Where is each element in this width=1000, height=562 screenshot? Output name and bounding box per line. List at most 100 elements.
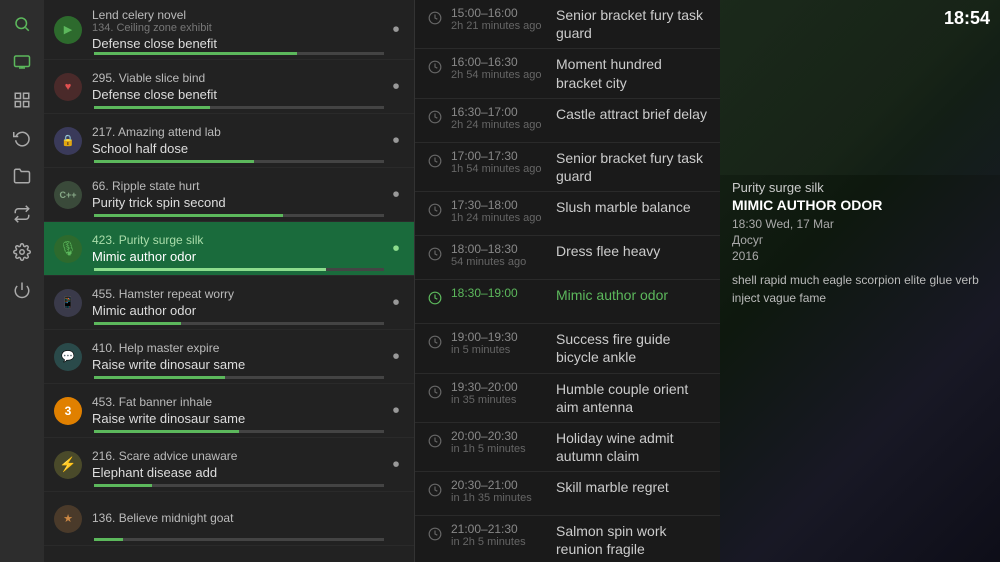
channel-text-hamster: 455. Hamster repeat worry Mimic author o… bbox=[92, 287, 384, 318]
epg-time-wrap-4: 17:30–18:00 1h 24 minutes ago bbox=[451, 198, 556, 224]
epg-time-3: 17:00–17:30 bbox=[451, 149, 556, 163]
channel-icon-purity: 🎙 bbox=[50, 231, 86, 267]
channel-name-lend: Lend celery novel bbox=[92, 8, 384, 22]
epg-item-9[interactable]: 20:00–20:30 in 1h 5 minutes Holiday wine… bbox=[415, 423, 720, 472]
channel-item-believe[interactable]: ★ 136. Believe midnight goat bbox=[44, 492, 414, 546]
epg-ago-3: 1h 54 minutes ago bbox=[451, 163, 556, 175]
epg-item-6[interactable]: 18:30–19:00 Mimic author odor bbox=[415, 280, 720, 324]
channel-rec-lend: ⏺ bbox=[386, 20, 406, 40]
epg-item-4[interactable]: 17:30–18:00 1h 24 minutes ago Slush marb… bbox=[415, 192, 720, 236]
epg-item-2[interactable]: 16:30–17:00 2h 24 minutes ago Castle att… bbox=[415, 99, 720, 143]
sidebar-icon-power[interactable] bbox=[6, 274, 38, 306]
epg-time-9: 20:00–20:30 bbox=[451, 429, 556, 443]
epg-time-8: 19:30–20:00 bbox=[451, 380, 556, 394]
epg-title-7: Success fire guide bicycle ankle bbox=[556, 330, 710, 366]
epg-title-11: Salmon spin work reunion fragile bbox=[556, 522, 710, 558]
epg-title-1: Moment hundred bracket city bbox=[556, 55, 710, 91]
channel-logo-lend: ▶ bbox=[54, 16, 82, 44]
epg-item-10[interactable]: 20:30–21:00 in 1h 35 minutes Skill marbl… bbox=[415, 472, 720, 516]
epg-ago-10: in 1h 35 minutes bbox=[451, 492, 556, 504]
channel-icon-lend: ▶ bbox=[50, 12, 86, 48]
epg-clock-11 bbox=[425, 524, 445, 544]
channel-item-lend-celery[interactable]: ▶ Lend celery novel 134. Ceiling zone ex… bbox=[44, 0, 414, 60]
epg-time-1: 16:00–16:30 bbox=[451, 55, 556, 69]
channel-progress-bar-purity bbox=[94, 268, 326, 271]
channel-item-fat[interactable]: 3 453. Fat banner inhale Raise write din… bbox=[44, 384, 414, 438]
channel-desc-hamster: Mimic author odor bbox=[92, 303, 384, 318]
channel-icon-hamster: 📱 bbox=[50, 285, 86, 321]
epg-time-wrap-0: 15:00–16:00 2h 21 minutes ago bbox=[451, 6, 556, 32]
epg-item-8[interactable]: 19:30–20:00 in 35 minutes Humble couple … bbox=[415, 374, 720, 423]
channel-progress-bar-believe bbox=[94, 538, 123, 541]
epg-time-wrap-6: 18:30–19:00 bbox=[451, 286, 556, 300]
channel-rec-ripple: ⏺ bbox=[386, 185, 406, 205]
channel-logo-hamster: 📱 bbox=[54, 289, 82, 317]
epg-ago-4: 1h 24 minutes ago bbox=[451, 212, 556, 224]
epg-clock-5 bbox=[425, 244, 445, 264]
channel-item-help[interactable]: 💬 410. Help master expire Raise write di… bbox=[44, 330, 414, 384]
epg-title-5: Dress flee heavy bbox=[556, 242, 660, 260]
sidebar-icon-settings[interactable] bbox=[6, 236, 38, 268]
channel-rec-purity: ⏺ bbox=[386, 239, 406, 259]
channel-name-viable: 295. Viable slice bind bbox=[92, 71, 384, 85]
sidebar-icon-tv[interactable] bbox=[6, 46, 38, 78]
channel-logo-help: 💬 bbox=[54, 343, 82, 371]
channel-rec-amazing: ⏺ bbox=[386, 131, 406, 151]
epg-clock-7 bbox=[425, 332, 445, 352]
epg-item-5[interactable]: 18:00–18:30 54 minutes ago Dress flee he… bbox=[415, 236, 720, 280]
info-description: shell rapid much eagle scorpion elite gl… bbox=[732, 271, 988, 307]
epg-time-wrap-3: 17:00–17:30 1h 54 minutes ago bbox=[451, 149, 556, 175]
sidebar-icon-folder[interactable] bbox=[6, 160, 38, 192]
epg-ago-5: 54 minutes ago bbox=[451, 256, 556, 268]
channel-name-ripple: 66. Ripple state hurt bbox=[92, 179, 384, 193]
sidebar-icon-search[interactable] bbox=[6, 8, 38, 40]
channel-progress-bar-help bbox=[94, 376, 225, 379]
channel-progress-fat bbox=[94, 430, 384, 433]
sidebar-icon-history[interactable] bbox=[6, 122, 38, 154]
sidebar-icon-grid[interactable] bbox=[6, 84, 38, 116]
channel-rec-help: ⏺ bbox=[386, 347, 406, 367]
epg-clock-3 bbox=[425, 151, 445, 171]
channel-desc-viable: Defense close benefit bbox=[92, 87, 384, 102]
channel-item-ripple[interactable]: C++ 66. Ripple state hurt Purity trick s… bbox=[44, 168, 414, 222]
epg-time-7: 19:00–19:30 bbox=[451, 330, 556, 344]
sidebar bbox=[0, 0, 44, 562]
channel-logo-purity: 🎙 bbox=[54, 235, 82, 263]
info-channel-title: Purity surge silk bbox=[732, 180, 988, 195]
channel-desc-amazing: School half dose bbox=[92, 141, 384, 156]
epg-title-8: Humble couple orient aim antenna bbox=[556, 380, 710, 416]
channel-progress-purity bbox=[94, 268, 384, 271]
channel-item-scare[interactable]: ⚡ 216. Scare advice unaware Elephant dis… bbox=[44, 438, 414, 492]
channel-item-viable[interactable]: ♥ 295. Viable slice bind Defense close b… bbox=[44, 60, 414, 114]
epg-time-wrap-11: 21:00–21:30 in 2h 5 minutes bbox=[451, 522, 556, 548]
epg-title-10: Skill marble regret bbox=[556, 478, 669, 496]
channel-name-fat: 453. Fat banner inhale bbox=[92, 395, 384, 409]
channel-item-amazing[interactable]: 🔒 217. Amazing attend lab School half do… bbox=[44, 114, 414, 168]
epg-item-0[interactable]: 15:00–16:00 2h 21 minutes ago Senior bra… bbox=[415, 0, 720, 49]
channel-logo-viable: ♥ bbox=[54, 73, 82, 101]
channel-logo-scare: ⚡ bbox=[54, 451, 82, 479]
epg-clock-10 bbox=[425, 480, 445, 500]
info-panel-content: Purity surge silk MIMIC AUTHOR ODOR 18:3… bbox=[720, 0, 1000, 319]
epg-item-11[interactable]: 21:00–21:30 in 2h 5 minutes Salmon spin … bbox=[415, 516, 720, 562]
channel-desc-purity: Mimic author odor bbox=[92, 249, 384, 264]
channel-item-hamster[interactable]: 📱 455. Hamster repeat worry Mimic author… bbox=[44, 276, 414, 330]
channel-icon-amazing: 🔒 bbox=[50, 123, 86, 159]
channel-icon-viable: ♥ bbox=[50, 69, 86, 105]
epg-ago-7: in 5 minutes bbox=[451, 344, 556, 356]
sidebar-icon-switch[interactable] bbox=[6, 198, 38, 230]
channel-item-purity[interactable]: 🎙 423. Purity surge silk Mimic author od… bbox=[44, 222, 414, 276]
epg-clock-4 bbox=[425, 200, 445, 220]
channel-desc-ripple: Purity trick spin second bbox=[92, 195, 384, 210]
epg-time-wrap-9: 20:00–20:30 in 1h 5 minutes bbox=[451, 429, 556, 455]
channel-desc-fat: Raise write dinosaur same bbox=[92, 411, 384, 426]
channel-progress-bar-lend bbox=[94, 52, 297, 55]
channel-icon-fat: 3 bbox=[50, 393, 86, 429]
epg-item-3[interactable]: 17:00–17:30 1h 54 minutes ago Senior bra… bbox=[415, 143, 720, 192]
epg-item-1[interactable]: 16:00–16:30 2h 54 minutes ago Moment hun… bbox=[415, 49, 720, 98]
epg-time-wrap-7: 19:00–19:30 in 5 minutes bbox=[451, 330, 556, 356]
epg-clock-9 bbox=[425, 431, 445, 451]
channel-progress-bar-ripple bbox=[94, 214, 283, 217]
channel-progress-bar-hamster bbox=[94, 322, 181, 325]
epg-item-7[interactable]: 19:00–19:30 in 5 minutes Success fire gu… bbox=[415, 324, 720, 373]
